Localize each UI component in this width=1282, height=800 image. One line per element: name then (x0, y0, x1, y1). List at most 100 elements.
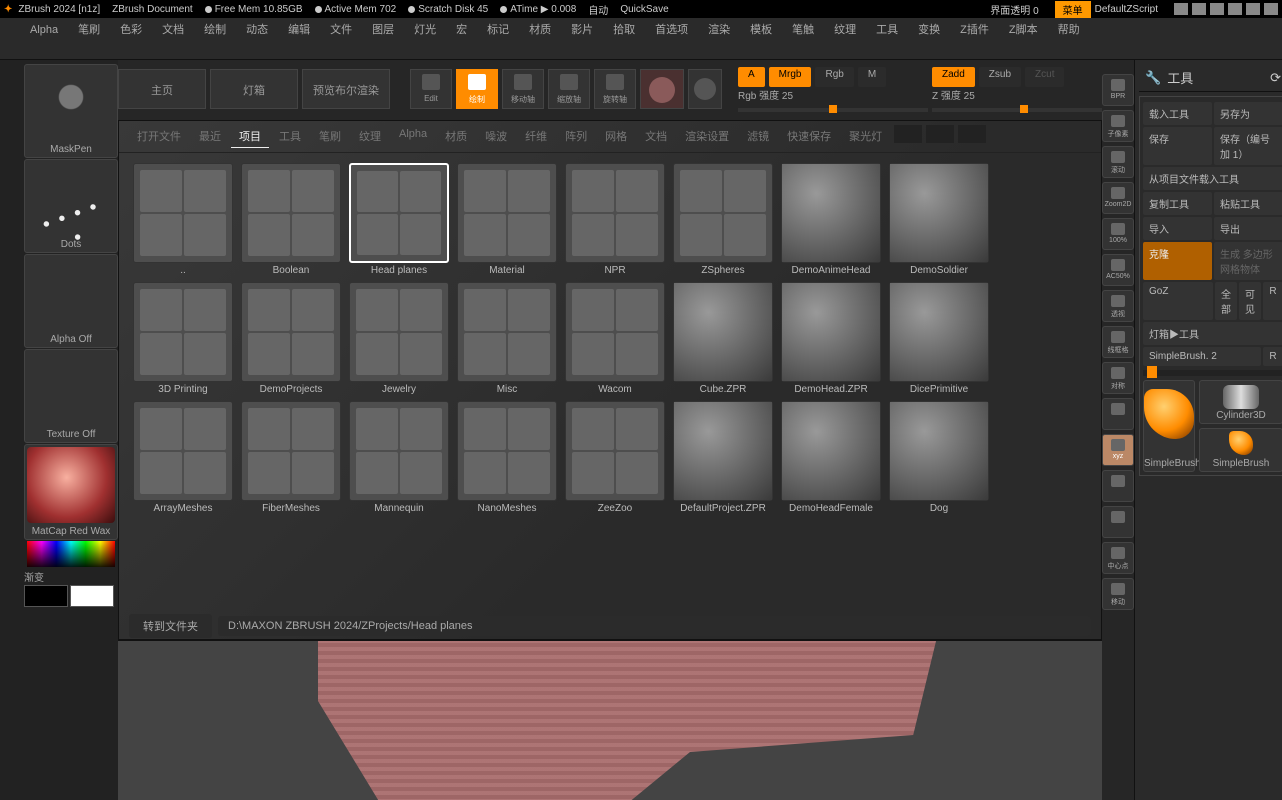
menu-笔触[interactable]: 笔触 (782, 20, 824, 57)
sidetool-12[interactable] (1102, 506, 1134, 538)
brush-r[interactable]: R (1263, 347, 1282, 366)
move-mode[interactable]: 移动轴 (502, 69, 544, 109)
lightbox-button[interactable]: 灯箱 (210, 69, 298, 109)
menu-材质[interactable]: 材质 (519, 20, 561, 57)
toolpanel-btn-3-0[interactable]: 复制工具 (1143, 192, 1212, 215)
brush-maskpen[interactable]: MaskPen (24, 64, 118, 158)
menu-标记[interactable]: 标记 (477, 20, 519, 57)
thumb-ZeeZoo[interactable]: ZeeZoo (565, 401, 665, 514)
tool-simplebrush[interactable]: SimpleBrush (1143, 380, 1195, 472)
rgb-button[interactable]: Rgb (815, 67, 853, 87)
toolpanel-btn-6-3[interactable]: R (1263, 282, 1282, 320)
thumb-DemoAnimeHead[interactable]: DemoAnimeHead (781, 163, 881, 276)
tab-1[interactable]: 最近 (191, 125, 229, 148)
thumb-DefaultProject.ZPR[interactable]: DefaultProject.ZPR (673, 401, 773, 514)
tab-2[interactable]: 项目 (231, 125, 269, 148)
maximize-icon[interactable] (1246, 3, 1260, 15)
menu-编辑[interactable]: 编辑 (278, 20, 320, 57)
layout-icon-2[interactable] (1192, 3, 1206, 15)
toolpanel-btn-6-0[interactable]: GoZ (1143, 282, 1213, 320)
toolpanel-btn-4-0[interactable]: 导入 (1143, 217, 1212, 240)
rgb-intensity-slider[interactable] (738, 108, 928, 112)
thumb-DemoProjects[interactable]: DemoProjects (241, 282, 341, 395)
material-matcap[interactable]: MatCap Red Wax (24, 444, 118, 540)
texture-off[interactable]: Texture Off (24, 349, 118, 443)
menu-渲染[interactable]: 渲染 (698, 20, 740, 57)
sidetool-透视[interactable]: 透视 (1102, 290, 1134, 322)
sidetool-xyz[interactable]: xyz (1102, 434, 1134, 466)
home-button[interactable]: 主页 (118, 69, 206, 109)
tab-3[interactable]: 工具 (271, 125, 309, 148)
tab-10[interactable]: 阵列 (557, 125, 595, 148)
toolpanel-btn-5-1[interactable]: 生成 多边形网格物体 (1214, 242, 1282, 280)
canvas[interactable] (118, 640, 1102, 800)
sidetool-Zoom2D[interactable]: Zoom2D (1102, 182, 1134, 214)
draw-mode[interactable]: 绘制 (456, 69, 498, 109)
tab-0[interactable]: 打开文件 (129, 125, 189, 148)
layout-icon-1[interactable] (1174, 3, 1188, 15)
menu-绘制[interactable]: 绘制 (194, 20, 236, 57)
thumb-NPR[interactable]: NPR (565, 163, 665, 276)
goto-folder-button[interactable]: 转到文件夹 (129, 614, 212, 638)
default-zscript[interactable]: DefaultZScript (1095, 4, 1158, 15)
sidetool-子像素[interactable]: 子像素 (1102, 110, 1134, 142)
sidetool-9[interactable] (1102, 398, 1134, 430)
sidetool-100%[interactable]: 100% (1102, 218, 1134, 250)
sidetool-AC50%[interactable]: AC50% (1102, 254, 1134, 286)
scale-mode[interactable]: 缩放轴 (548, 69, 590, 109)
thumb-Wacom[interactable]: Wacom (565, 282, 665, 395)
toolpanel-btn-5-0[interactable]: 克隆 (1143, 242, 1212, 280)
menu-button[interactable]: 菜单 (1055, 1, 1091, 18)
sidetool-中心点[interactable]: 中心点 (1102, 542, 1134, 574)
swatch-black[interactable] (24, 585, 68, 607)
tab-4[interactable]: 笔刷 (311, 125, 349, 148)
thumb-DemoHead.ZPR[interactable]: DemoHead.ZPR (781, 282, 881, 395)
toolpanel-btn-6-2[interactable]: 可见 (1239, 282, 1261, 320)
browser-prev[interactable] (894, 125, 922, 143)
tool-simplebrush-small[interactable]: SimpleBrush (1199, 428, 1282, 472)
thumb-FiberMeshes[interactable]: FiberMeshes (241, 401, 341, 514)
thumb-DicePrimitive[interactable]: DicePrimitive (889, 282, 989, 395)
toolpanel-btn-2-0[interactable]: 从项目文件载入工具 (1143, 167, 1282, 190)
menu-图层[interactable]: 图层 (362, 20, 404, 57)
menu-工具[interactable]: 工具 (866, 20, 908, 57)
tab-6[interactable]: Alpha (391, 125, 435, 148)
thumb-ArrayMeshes[interactable]: ArrayMeshes (133, 401, 233, 514)
menu-动态[interactable]: 动态 (236, 20, 278, 57)
menu-影片[interactable]: 影片 (561, 20, 603, 57)
thumb-Material[interactable]: Material (457, 163, 557, 276)
alpha-off[interactable]: Alpha Off (24, 254, 118, 348)
lightbox-tools[interactable]: 灯箱▶工具 (1143, 322, 1282, 345)
menu-拾取[interactable]: 拾取 (603, 20, 645, 57)
zsub-button[interactable]: Zsub (979, 67, 1021, 87)
zadd-button[interactable]: Zadd (932, 67, 975, 87)
stroke-dots[interactable]: Dots (24, 159, 118, 253)
a-button[interactable]: A (738, 67, 765, 87)
tab-15[interactable]: 快速保存 (779, 125, 839, 148)
tab-9[interactable]: 纤维 (517, 125, 555, 148)
menu-模板[interactable]: 模板 (740, 20, 782, 57)
thumb-..[interactable]: .. (133, 163, 233, 276)
menu-Alpha[interactable]: Alpha (20, 20, 68, 57)
toolpanel-btn-1-1[interactable]: 保存（编号加 1） (1214, 127, 1282, 165)
color-picker[interactable]: 渐变 (24, 541, 118, 581)
m-button[interactable]: M (858, 67, 886, 87)
zcut-button[interactable]: Zcut (1025, 67, 1064, 87)
menu-色彩[interactable]: 色彩 (110, 20, 152, 57)
z-intensity-slider[interactable] (932, 108, 1102, 112)
toolpanel-btn-1-0[interactable]: 保存 (1143, 127, 1212, 165)
sidetool-对称[interactable]: 对称 (1102, 362, 1134, 394)
menu-宏[interactable]: 宏 (446, 20, 477, 57)
sphere-button-1[interactable] (640, 69, 684, 109)
mrgb-button[interactable]: Mrgb (769, 67, 812, 87)
color-swatches[interactable] (24, 585, 118, 607)
thumb-DemoSoldier[interactable]: DemoSoldier (889, 163, 989, 276)
live-boolean[interactable]: 预览布尔渲染 (302, 69, 390, 109)
thumb-Head planes[interactable]: Head planes (349, 163, 449, 276)
auto-label[interactable]: 自动 (588, 2, 608, 17)
thumb-Boolean[interactable]: Boolean (241, 163, 341, 276)
tab-7[interactable]: 材质 (437, 125, 475, 148)
tab-11[interactable]: 网格 (597, 125, 635, 148)
toolpanel-btn-0-0[interactable]: 载入工具 (1143, 102, 1212, 125)
edit-mode[interactable]: Edit (410, 69, 452, 109)
